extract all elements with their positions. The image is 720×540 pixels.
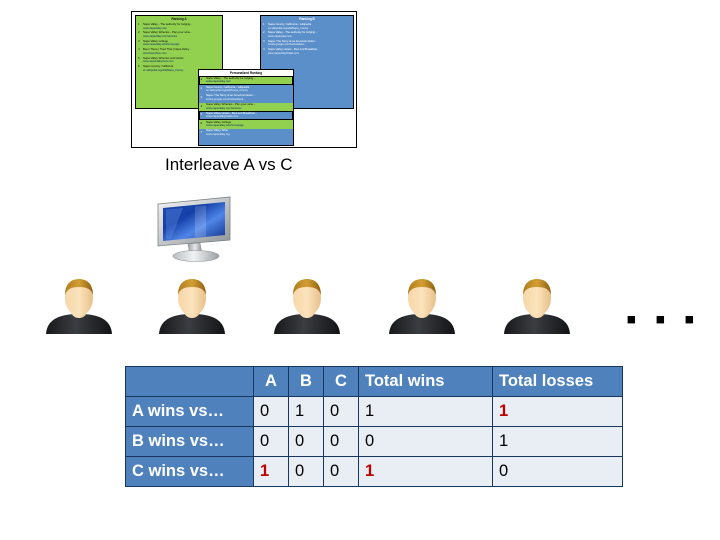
cell-b-vs-b: 0: [288, 426, 324, 457]
row-header-b: B wins vs…: [125, 426, 254, 457]
rank-number: 5: [200, 112, 203, 117]
result-url: www.napavalleyhotels.com: [268, 51, 300, 55]
avatar: [153, 276, 231, 334]
rank-number: 4: [263, 47, 265, 52]
avatar: [383, 276, 461, 334]
cell-b-total-wins: 0: [358, 426, 493, 457]
ranking-comparison-figure: Ranking A 1 Napa Valley - The authority f…: [131, 11, 357, 148]
cell-a-total-wins: 1: [358, 396, 493, 427]
result-url: www.napavalley.com/wineries: [206, 106, 242, 110]
list-item: 5 Napa Valley Hotels - Bed and Breakfast.…: [199, 111, 293, 121]
table-row: A wins vs… 0 1 0 1 1: [125, 396, 623, 427]
result-title: Napa County, California - wikipedia: [268, 22, 312, 26]
result-url: www.napavalley.com: [206, 80, 231, 84]
cell-c-total-wins: 1: [358, 456, 493, 487]
result-title: Napa Valley Hotels - Bed and Breakfast..…: [268, 47, 320, 52]
table-row: B wins vs… 0 0 0 0 1: [125, 426, 623, 457]
list-item: 1 Napa Valley - The authority for lodging…: [138, 22, 221, 30]
list-item: 2 Napa Valley Wineries - Plan your wine..…: [138, 30, 221, 38]
cell-c-vs-c: 0: [323, 456, 359, 487]
column-header-b: B: [288, 366, 324, 397]
computer-monitor-icon: [150, 196, 236, 262]
result-url: www.napavalley.edu/homepage: [206, 124, 244, 128]
ellipsis-more-users: ▪ ▪ ▪: [626, 303, 700, 336]
rank-number: 2: [263, 30, 265, 35]
rank-number: 3: [200, 94, 203, 99]
avatar: [268, 276, 346, 334]
rank-number: 6: [200, 121, 203, 126]
list-item: 4 Been There | Tried That | Napa Valley ww…: [138, 47, 221, 55]
rank-number: 2: [200, 86, 203, 90]
rank-number: 4: [138, 47, 140, 52]
interleaved-ranking-panel: Personalized Ranking 1 Napa Valley - The …: [198, 69, 294, 146]
result-url: books.google.com/books/about...: [268, 43, 306, 47]
user-avatar-row: [40, 276, 680, 334]
cell-b-total-losses: 1: [492, 426, 623, 457]
ranking-b-list: 1 Napa County, California - wikipedia en.w…: [261, 22, 353, 55]
rank-number: 3: [263, 38, 265, 43]
column-header-corner: [125, 366, 254, 397]
result-title: Napa Valley - The authority for lodging.…: [143, 22, 193, 26]
list-item: 5 Napa Valley Wineries and Hotels www.nape…: [138, 55, 221, 64]
win-loss-matrix-table: A B C Total wins Total losses A wins vs……: [125, 366, 623, 487]
list-item: 1 Napa County, California - wikipedia en.w…: [263, 22, 352, 30]
list-item: 2 Napa Valley - The authority for lodging…: [263, 30, 352, 38]
cell-a-vs-b: 1: [288, 396, 324, 427]
result-url: www.napavalley.edu/homepage: [143, 43, 180, 47]
rank-number: 1: [200, 77, 203, 82]
rank-number: 2: [138, 30, 140, 35]
result-url: www.napavalleyhotels.com: [206, 115, 239, 119]
row-header-c: C wins vs…: [125, 456, 254, 487]
result-title: Been There | Tried That | Napa Valley: [143, 47, 190, 52]
result-url: en.wikipedia.org/wiki/Napa_County: [206, 89, 248, 92]
cell-c-total-losses: 0: [492, 456, 623, 487]
cell-a-vs-c: 0: [323, 396, 359, 427]
cell-a-total-losses: 1: [492, 396, 623, 427]
cell-c-vs-b: 0: [288, 456, 324, 487]
result-url: books.google.com/books/about...: [206, 97, 246, 101]
ranking-a-list: 1 Napa Valley - The authority for lodging…: [136, 22, 222, 72]
result-url: www.beenthere.com: [143, 51, 167, 55]
column-header-c: C: [323, 366, 359, 397]
list-item: 1 Napa Valley - The authority for lodging…: [199, 76, 293, 85]
result-url: www.napavalley.com: [143, 26, 167, 30]
table-row: C wins vs… 1 0 0 1 0: [125, 456, 623, 487]
column-header-a: A: [253, 366, 289, 397]
table-header-row: A B C Total wins Total losses: [125, 366, 623, 397]
list-item: 4 Napa Valley Hotels - Bed and Breakfast.…: [263, 47, 352, 55]
result-url: www.napavalley.com/wineries: [143, 34, 178, 38]
result-title: Napa Valley - The authority for lodging.…: [268, 30, 318, 35]
list-item: 7 Napa Valley Wine www.napavalley.org: [199, 129, 293, 138]
row-header-a: A wins vs…: [125, 396, 254, 427]
cell-b-vs-a: 0: [253, 426, 289, 457]
rank-number: 7: [200, 129, 203, 134]
result-title: Napa Valley Wineries - Plan your wine...: [143, 30, 193, 35]
result-title: Napa Country, California: [143, 63, 174, 68]
result-url: www.napelvalleytours.com: [143, 60, 174, 64]
result-url: www.napavalley.org: [206, 132, 230, 136]
avatar: [498, 276, 576, 334]
column-header-total-wins: Total wins: [358, 366, 493, 397]
list-item: 3 Napa: The Story of an American Eden... b…: [263, 39, 352, 47]
column-header-total-losses: Total losses: [492, 366, 623, 397]
rank-number: 3: [138, 38, 140, 43]
avatar: [40, 276, 118, 334]
page-title: Interleave A vs C: [165, 155, 293, 174]
result-url: www.napavalley.com: [268, 34, 292, 38]
result-title: Napa Valley Wineries and Hotels: [143, 55, 184, 60]
rank-number: 1: [138, 22, 140, 26]
list-item: 3 Napa Valley College www.napavalley.edu/h…: [138, 39, 221, 47]
rank-number: 6: [138, 63, 140, 68]
rank-number: 1: [263, 22, 265, 26]
rank-number: 5: [138, 55, 140, 60]
cell-c-vs-a: 1: [253, 456, 289, 487]
result-url: en.wikipedia.org/wiki/Napa_County: [268, 26, 309, 30]
rank-number: 4: [200, 103, 203, 108]
cell-a-vs-a: 0: [253, 396, 289, 427]
cell-b-vs-c: 0: [323, 426, 359, 457]
